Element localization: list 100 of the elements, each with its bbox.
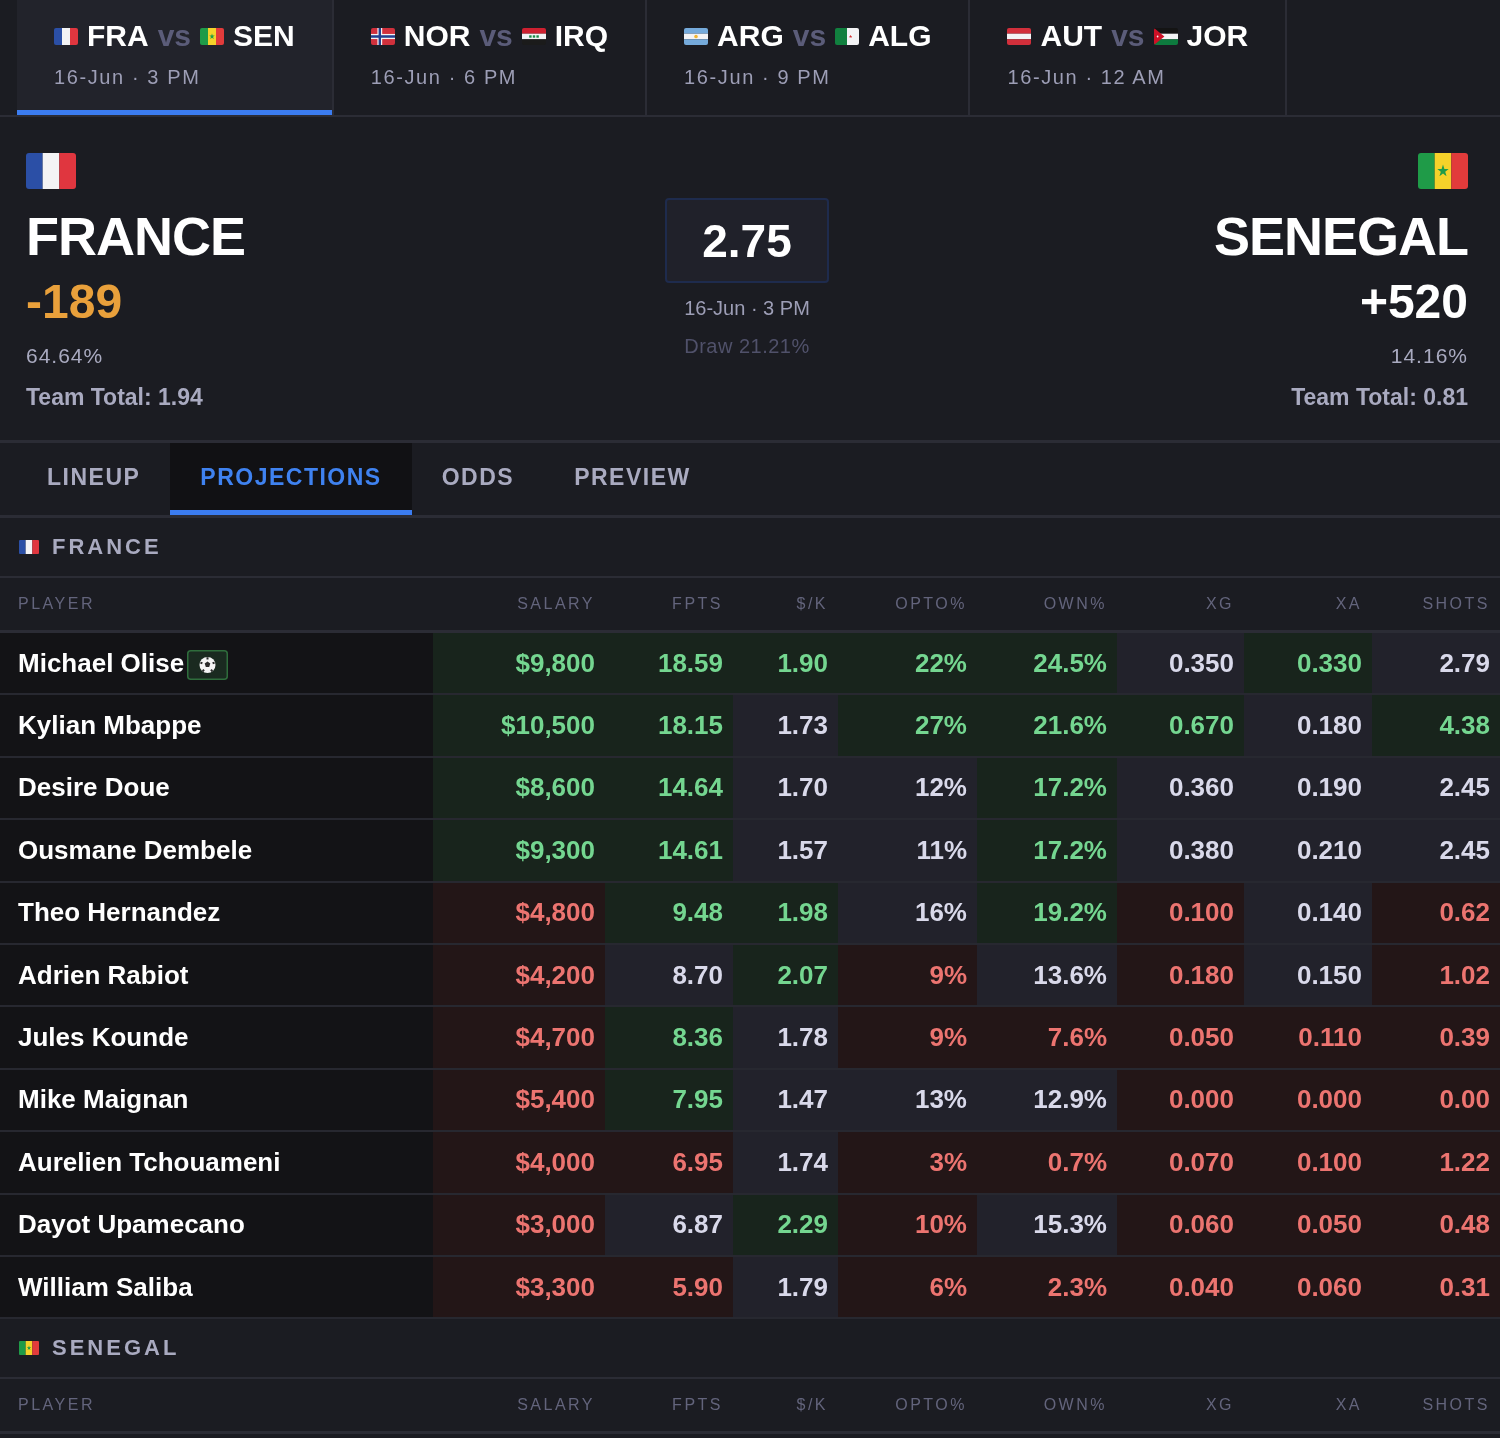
table-cell: 0.330: [1244, 633, 1372, 694]
table-cell: 7.6%: [977, 1007, 1117, 1068]
win-probability: 14.16%: [1390, 343, 1468, 369]
column-header: XG: [1205, 595, 1235, 613]
table-cell: $8,600: [433, 757, 605, 819]
table-cell: 2.45: [1372, 757, 1500, 819]
table-cell: 2.79: [1372, 633, 1500, 694]
table-cell: 0.180: [1117, 944, 1244, 1006]
column-header: SHOTS: [1422, 1396, 1491, 1415]
column-header: OWN%: [1043, 595, 1108, 613]
table-cell: 1.79: [733, 1256, 838, 1318]
table-cell: 0.31: [1372, 1256, 1500, 1318]
column-header: XA: [1335, 1396, 1363, 1415]
match-tab[interactable]: ARG vs ALG 16-Jun · 9 PM: [647, 0, 971, 115]
section-tab[interactable]: PROJECTIONS: [170, 443, 412, 515]
table-cell: 0.110: [1244, 1007, 1372, 1068]
table-cell: $9,300: [433, 820, 605, 881]
column-header: FPTS: [672, 1396, 724, 1415]
section-tab[interactable]: PREVIEW: [544, 443, 721, 515]
table-cell: 14.61: [605, 820, 733, 881]
table-cell: 24.5%: [977, 633, 1117, 694]
table-cell: 0.100: [1244, 1132, 1372, 1193]
column-header: PLAYER: [17, 1396, 95, 1415]
table-cell: 17.2%: [977, 757, 1117, 819]
player-name: Mike Maignan: [18, 1084, 189, 1116]
table-cell: 8.36: [605, 1007, 733, 1068]
moneyline-odds: -189: [26, 278, 123, 326]
table-cell: 13%: [838, 1069, 977, 1131]
table-cell: $4,000: [433, 1132, 605, 1193]
table-cell: 0.070: [1117, 1132, 1244, 1193]
table-cell: 0.350: [1117, 633, 1244, 694]
player-name: Desire Doue: [18, 772, 170, 804]
table-cell: 1.73: [733, 695, 838, 756]
player-name: Ousmane Dembele: [18, 834, 253, 866]
table-cell: 1.22: [1372, 1132, 1500, 1193]
table-cell: 27%: [838, 695, 977, 756]
table-cell: 0.140: [1244, 882, 1372, 943]
team-total: Team Total: 0.81: [1291, 383, 1468, 411]
table-cell: 0.380: [1117, 820, 1244, 881]
table-cell: 12.9%: [977, 1069, 1117, 1131]
table-cell: 0.00: [1372, 1069, 1500, 1131]
section-tab[interactable]: ODDS: [411, 443, 545, 515]
table-cell: $3,300: [433, 1256, 605, 1318]
column-header: PLAYER: [17, 595, 95, 613]
column-header: OPTO%: [895, 595, 968, 613]
player-name: Kylian Mbappe: [18, 710, 202, 742]
team-section-title: SENEGAL: [52, 1335, 180, 1362]
player-name: Theo Hernandez: [18, 897, 221, 929]
table-cell: 1.57: [733, 820, 838, 881]
table-cell: 7.95: [605, 1069, 733, 1131]
table-cell: 9.48: [605, 882, 733, 943]
column-header: XG: [1205, 1396, 1235, 1415]
table-cell: 10%: [838, 1194, 977, 1255]
table-cell: 17.2%: [977, 820, 1117, 881]
table-cell: 22%: [838, 633, 977, 694]
match-tab[interactable]: AUT vs JOR 16-Jun · 12 AM: [970, 0, 1288, 115]
team-section-title: FRANCE: [52, 534, 162, 560]
column-header: $/K: [796, 1396, 829, 1415]
table-cell: 5.90: [605, 1256, 733, 1318]
table-cell: 0.190: [1244, 757, 1372, 819]
table-cell: $4,800: [433, 882, 605, 943]
table-cell: 0.040: [1117, 1256, 1244, 1318]
table-cell: 6.95: [605, 1132, 733, 1193]
table-cell: 0.060: [1117, 1194, 1244, 1255]
table-cell: 0.48: [1372, 1194, 1500, 1255]
table-cell: 1.70: [733, 757, 838, 819]
column-header: SALARY: [517, 1396, 596, 1415]
match-tab[interactable]: FRA vs SEN 16-Jun · 3 PM: [17, 0, 334, 115]
player-name: Dayot Upamecano: [18, 1209, 245, 1241]
table-cell: 8.70: [605, 944, 733, 1006]
table-cell: 6.87: [605, 1194, 733, 1255]
table-cell: 18.15: [605, 695, 733, 756]
table-cell: 3%: [838, 1132, 977, 1193]
table-cell: 19.2%: [977, 882, 1117, 943]
column-header: SALARY: [517, 595, 596, 613]
table-cell: 0.180: [1244, 695, 1372, 756]
column-header: FPTS: [672, 595, 724, 613]
player-name: Jules Kounde: [18, 1022, 189, 1054]
table-cell: 18.59: [605, 633, 733, 694]
table-cell: 11%: [838, 820, 977, 881]
player-name: Adrien Rabiot: [18, 959, 189, 991]
table-cell: 0.62: [1372, 882, 1500, 943]
table-cell: $5,400: [433, 1069, 605, 1131]
table-cell: 0.670: [1117, 695, 1244, 756]
match-tab[interactable]: NOR vs IRQ 16-Jun · 6 PM: [333, 0, 648, 115]
team-total: Team Total: 1.94: [26, 383, 203, 411]
table-cell: 0.050: [1117, 1007, 1244, 1068]
table-cell: 0.000: [1244, 1069, 1372, 1131]
match-time: 16-Jun · 3 PM: [684, 297, 810, 319]
table-cell: 0.060: [1244, 1256, 1372, 1318]
section-tab[interactable]: LINEUP: [17, 443, 171, 515]
win-probability: 64.64%: [26, 343, 104, 369]
table-cell: $3,000: [433, 1194, 605, 1255]
player-name: William Saliba: [18, 1271, 193, 1303]
table-cell: $9,800: [433, 633, 605, 694]
table-cell: 9%: [838, 1007, 977, 1068]
table-cell: 1.90: [733, 633, 838, 694]
table-cell: 0.360: [1117, 757, 1244, 819]
table-cell: 1.47: [733, 1069, 838, 1131]
table-cell: 4.38: [1372, 695, 1500, 756]
